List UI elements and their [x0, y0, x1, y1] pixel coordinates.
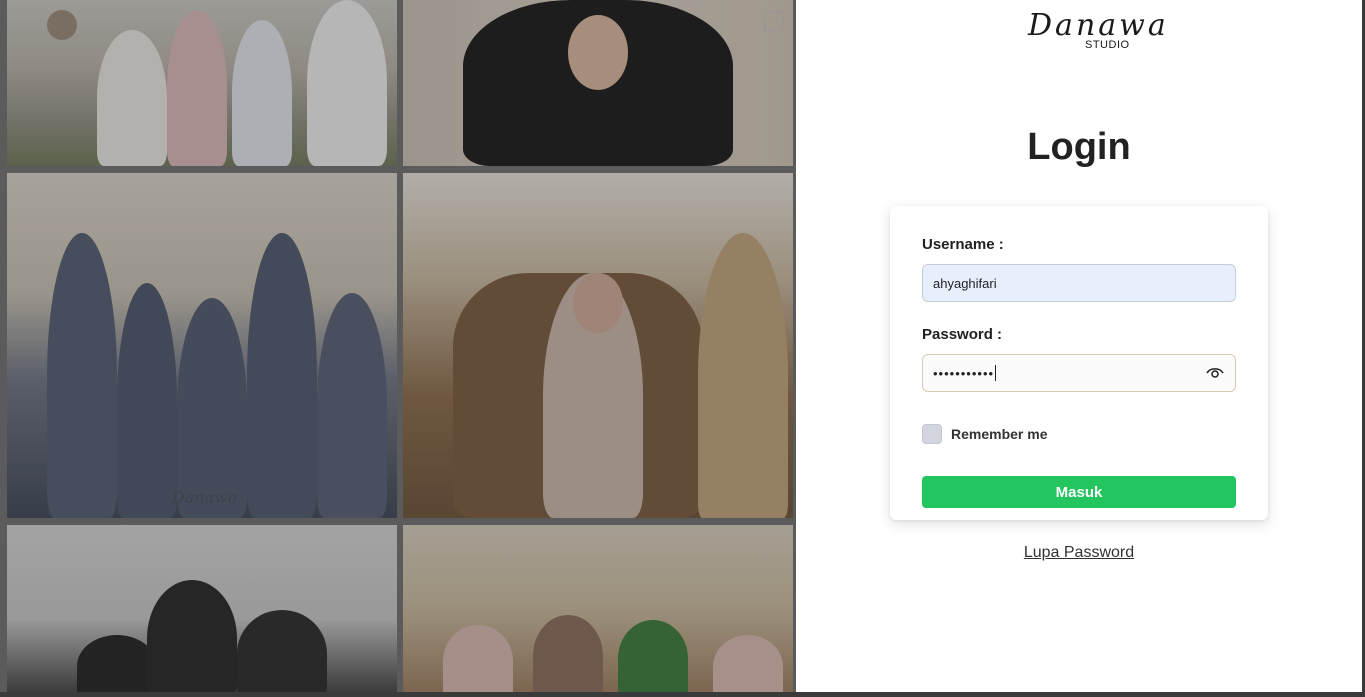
remember-me-row[interactable]: Remember me	[922, 424, 1048, 444]
username-input[interactable]: ahyaghifari	[922, 264, 1236, 302]
brand-logo: Danawa STUDIO	[1028, 8, 1166, 56]
username-value: ahyaghifari	[933, 275, 997, 291]
app-window: Danawa Danawa STUDIO Login Username: ah…	[0, 0, 1365, 697]
gallery-watermark: Danawa	[172, 488, 238, 507]
password-label: Password :	[922, 326, 1003, 343]
gallery-photo-graduation	[403, 525, 793, 692]
photo-gallery: Danawa	[0, 0, 796, 692]
gallery-photo-students: Danawa	[7, 173, 397, 518]
gallery-photo-portrait	[403, 0, 793, 166]
scan-icon[interactable]	[764, 11, 784, 31]
password-input[interactable]: •••••••••••	[922, 354, 1236, 392]
gallery-photo-sisters	[7, 525, 397, 692]
logo-studio-text: STUDIO	[1085, 39, 1130, 51]
remember-me-label: Remember me	[951, 426, 1048, 442]
gallery-photo-family	[7, 0, 397, 166]
logo-script-text: Danawa	[1028, 8, 1169, 43]
text-caret	[995, 365, 997, 381]
username-label: Username :	[922, 236, 1004, 253]
password-value: •••••••••••	[933, 365, 995, 381]
login-form-card: Username : ahyaghifari Password : ••••••…	[890, 206, 1268, 520]
forgot-password-link[interactable]: Lupa Password	[796, 544, 1362, 562]
page-title: Login	[1027, 126, 1131, 168]
remember-me-checkbox[interactable]	[922, 424, 942, 444]
gallery-photo-bride	[403, 173, 793, 518]
submit-button[interactable]: Masuk	[922, 476, 1236, 508]
eye-icon[interactable]	[1206, 366, 1224, 380]
login-panel: Danawa STUDIO Login Username : ahyaghifa…	[796, 0, 1362, 692]
